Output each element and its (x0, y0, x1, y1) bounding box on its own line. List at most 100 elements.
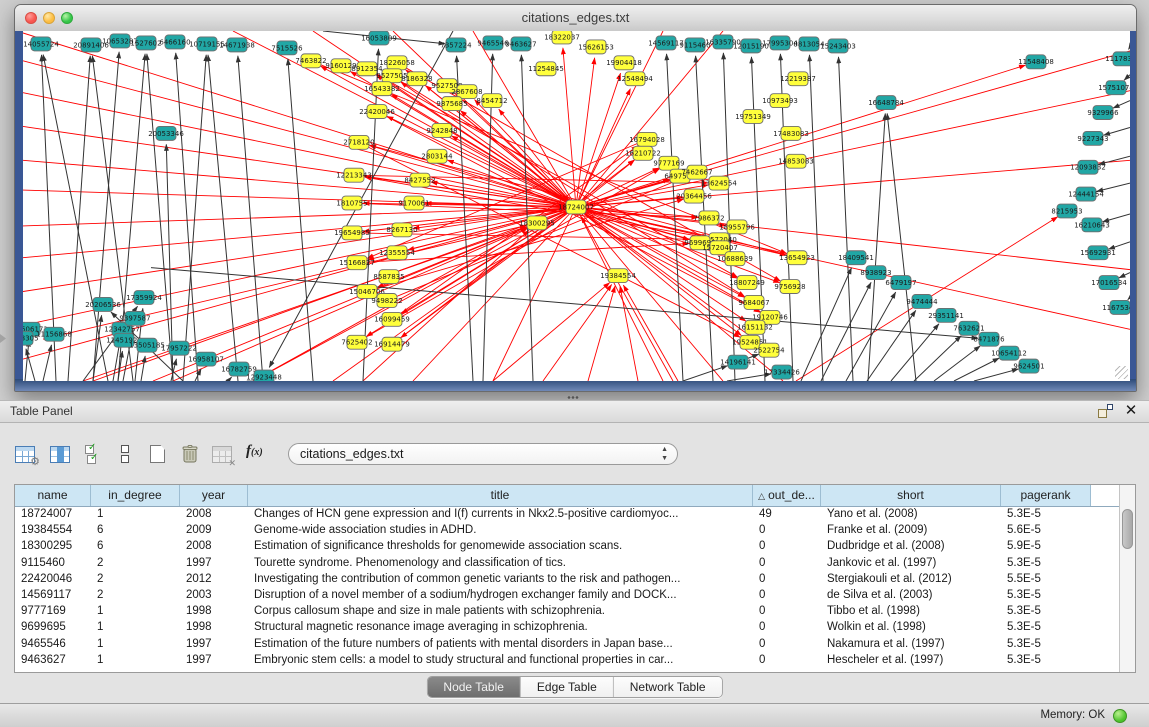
table-row[interactable]: 911546021997Tourette syndrome. Phenomeno… (15, 555, 1119, 571)
graph-node[interactable]: 20364456 (676, 189, 712, 203)
graph-node[interactable]: 19751349 (735, 110, 771, 124)
column-header-year[interactable]: year (180, 485, 248, 506)
graph-node[interactable]: 12444154 (1068, 187, 1104, 201)
graph-node[interactable]: 11675342 (1102, 300, 1130, 314)
graph-node[interactable]: 9474444 (906, 294, 938, 308)
graph-node[interactable]: 17016534 (1091, 276, 1127, 290)
table-panel: Table Panel ✕ ⚙ ✓ ✓ (0, 400, 1149, 703)
column-header-short[interactable]: short (821, 485, 1001, 506)
graph-node[interactable]: 1810755 (336, 196, 367, 210)
resize-grip[interactable] (1115, 366, 1128, 379)
table-row[interactable]: 1938455462009Genome-wide association stu… (15, 522, 1119, 538)
graph-node-label: 12923448 (246, 373, 282, 381)
graph-node[interactable]: 8215953 (1051, 204, 1082, 218)
graph-node[interactable]: 18409541 (838, 251, 874, 265)
graph-node[interactable]: 11548408 (1018, 55, 1054, 69)
graph-node[interactable]: 9684067 (738, 295, 769, 309)
graph-node[interactable]: 6479197 (885, 276, 916, 290)
graph-node[interactable]: 16210722 (625, 146, 661, 160)
graph-node[interactable]: 9170061 (398, 196, 429, 210)
column-select-icon[interactable] (50, 446, 70, 463)
table-settings-icon[interactable]: ⚙ (15, 446, 35, 463)
graph-node[interactable]: 15692931 (1080, 246, 1116, 260)
window-titlebar[interactable]: citations_edges.txt (15, 5, 1136, 32)
graph-node[interactable]: 18322037 (544, 31, 580, 44)
graph-node[interactable]: 17334426 (764, 365, 800, 379)
graph-node-label: 16782759 (221, 365, 257, 373)
table-row[interactable]: 977716911998Corpus callosum shape and si… (15, 603, 1119, 619)
graph-node[interactable]: 11178345 (1105, 52, 1130, 66)
network-canvas[interactable]: 1872400774638229160129891235418226058952… (23, 31, 1130, 381)
graph-node[interactable]: 11254845 (528, 62, 564, 76)
graph-node[interactable]: 9463627 (505, 37, 536, 51)
graph-node[interactable]: 16099459 (374, 312, 410, 326)
table-row[interactable]: 946554611997Estimation of the future num… (15, 636, 1119, 652)
graph-node[interactable]: 15626153 (578, 40, 614, 54)
table-row[interactable]: 2242004622012Investigating the contribut… (15, 571, 1119, 587)
graph-node[interactable]: 12548494 (617, 72, 653, 86)
graph-node[interactable]: 15243403 (820, 39, 856, 53)
graph-node-label: 8427552 (404, 177, 435, 185)
graph-node-label: 22420046 (359, 108, 395, 116)
table-row[interactable]: 1872400712008Changes of HCN gene express… (15, 506, 1119, 522)
graph-node[interactable]: 18226058 (379, 56, 415, 70)
network-graph: 1872400774638229160129891235418226058952… (23, 31, 1130, 381)
graph-node-label: 8454712 (476, 97, 507, 105)
graph-node[interactable]: 16648784 (868, 96, 904, 110)
select-rows-icon[interactable]: ✓ ✓ (85, 444, 105, 464)
graph-node[interactable]: 10973493 (762, 94, 798, 108)
graph-node[interactable]: 8267130 (386, 223, 417, 237)
graph-node[interactable]: 17483083 (773, 126, 809, 140)
tab-network-table[interactable]: Network Table (614, 677, 722, 697)
graph-node[interactable]: 19384554 (600, 269, 636, 283)
function-builder-icon[interactable]: f(x) (246, 442, 263, 460)
graph-node[interactable]: 6466160 (159, 35, 190, 49)
graph-node[interactable]: 12213343 (336, 168, 372, 182)
tab-node-table[interactable]: Node Table (427, 677, 521, 697)
graph-node[interactable]: 22420046 (359, 105, 395, 119)
graph-node-label: 18300295 (519, 219, 555, 227)
table-row[interactable]: 1830029562008Estimation of significance … (15, 538, 1119, 554)
table-row[interactable]: 969969511998Structural magnetic resonanc… (15, 619, 1119, 635)
graph-node[interactable]: 19904418 (606, 56, 642, 70)
graph-node[interactable]: 10654112 (991, 346, 1027, 360)
graph-node[interactable]: 9756928 (774, 280, 805, 294)
graph-node[interactable]: 18807249 (729, 276, 765, 290)
graph-node[interactable]: 16914479 (374, 337, 410, 351)
graph-node-label: 9875685 (436, 100, 467, 108)
graph-node[interactable]: 15751074 (1098, 81, 1130, 95)
graph-node[interactable]: 14853083 (778, 154, 814, 168)
graph-node[interactable]: 16053809 (361, 31, 397, 45)
graph-node[interactable]: 14055724 (23, 37, 59, 51)
column-header-indegree[interactable]: in_degree (91, 485, 180, 506)
graph-node[interactable]: 8938923 (860, 266, 891, 280)
row-height-icon[interactable] (121, 445, 129, 463)
graph-node-label: 9227343 (1077, 135, 1108, 143)
column-header-title[interactable]: title (248, 485, 753, 506)
graph-node[interactable]: 16210643 (1074, 218, 1110, 232)
graph-node[interactable]: 2803144 (421, 149, 453, 163)
new-table-icon[interactable] (150, 445, 165, 463)
graph-node[interactable]: 7625402 (341, 335, 372, 349)
graph-node[interactable]: 9227343 (1077, 131, 1108, 145)
table-row[interactable]: 946362711997Embryonic stem cells: a mode… (15, 652, 1119, 668)
float-panel-icon[interactable] (1098, 404, 1113, 418)
column-header-outde[interactable]: △out_de... (753, 485, 821, 506)
trash-icon[interactable] (181, 444, 199, 469)
table-select-dropdown[interactable]: citations_edges.txt ▲▼ (288, 443, 678, 465)
vertical-scrollbar[interactable] (1119, 485, 1135, 672)
table-row[interactable]: 1456911722003Disruption of a novel membe… (15, 587, 1119, 603)
column-header-name[interactable]: name (15, 485, 91, 506)
graph-node-label: 11254845 (528, 65, 564, 73)
graph-node-label: 8587835 (373, 273, 404, 281)
graph-node[interactable]: 9465546 (477, 36, 508, 50)
tab-edge-table[interactable]: Edge Table (521, 677, 614, 697)
close-panel-icon[interactable]: ✕ (1123, 402, 1139, 420)
graph-node[interactable]: 20206536 (85, 297, 121, 311)
column-header-pagerank[interactable]: pagerank (1001, 485, 1091, 506)
graph-node[interactable]: 29351141 (928, 308, 964, 322)
scrollbar-thumb[interactable] (1122, 509, 1133, 549)
graph-node[interactable]: 7357224 (440, 38, 472, 52)
graph-node[interactable]: 2718120 (343, 135, 374, 149)
graph-node[interactable]: 9624501 (1013, 359, 1044, 373)
